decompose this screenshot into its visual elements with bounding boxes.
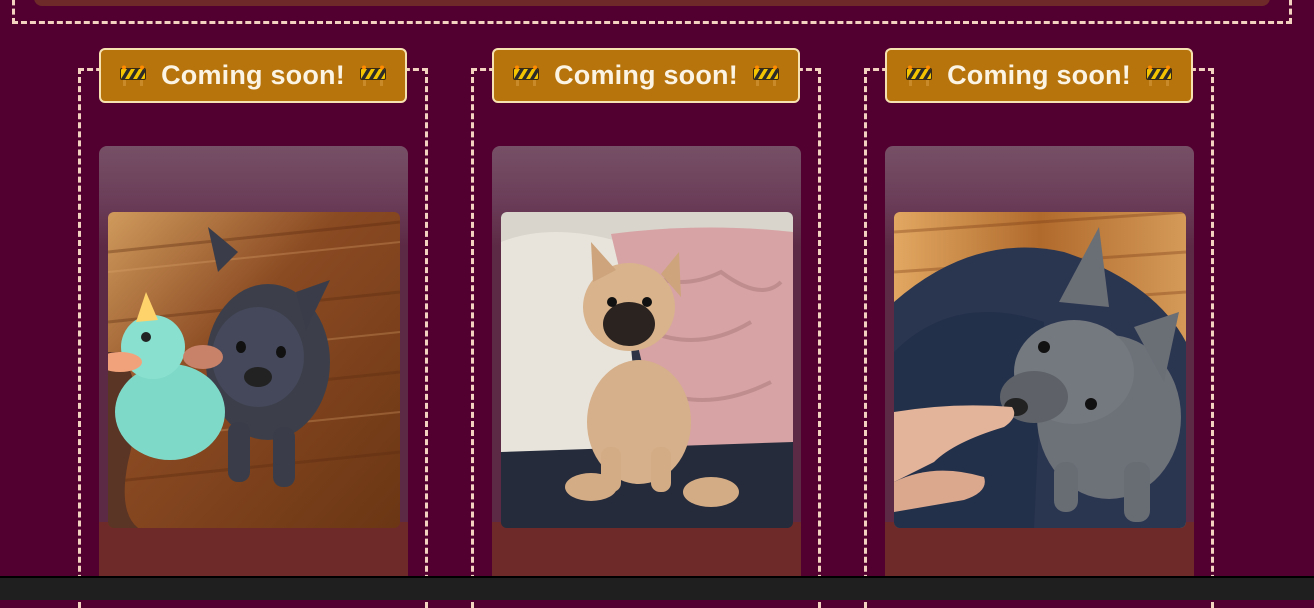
- puppy-card[interactable]: [99, 146, 408, 586]
- construction-sign-icon: [359, 65, 387, 87]
- os-taskbar[interactable]: [0, 576, 1314, 600]
- coming-soon-badge: Coming soon!: [99, 48, 407, 103]
- coming-soon-badge: Coming soon!: [885, 48, 1193, 103]
- top-section-bar: [34, 0, 1270, 6]
- construction-sign-icon: [752, 65, 780, 87]
- construction-sign-icon: [1145, 65, 1173, 87]
- construction-sign-icon: [512, 65, 540, 87]
- puppy-photo[interactable]: [501, 212, 793, 528]
- puppy-photo[interactable]: [108, 212, 400, 528]
- puppy-photo[interactable]: [894, 212, 1186, 528]
- construction-sign-icon: [905, 65, 933, 87]
- puppy-card[interactable]: [492, 146, 801, 586]
- badge-label: Coming soon!: [947, 60, 1131, 90]
- construction-sign-icon: [119, 65, 147, 87]
- coming-soon-badge: Coming soon!: [492, 48, 800, 103]
- badge-label: Coming soon!: [554, 60, 738, 90]
- badge-label: Coming soon!: [161, 60, 345, 90]
- puppy-card[interactable]: [885, 146, 1194, 586]
